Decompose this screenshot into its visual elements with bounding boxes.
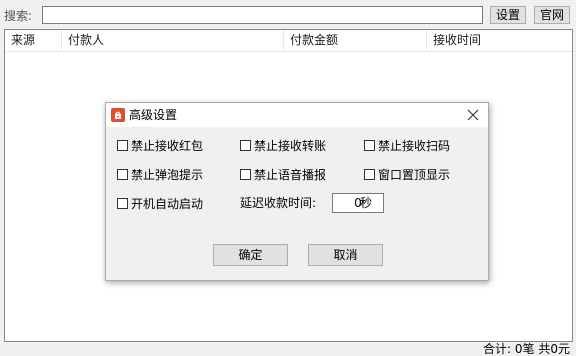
search-input[interactable] xyxy=(42,6,483,24)
ok-button[interactable]: 确定 xyxy=(213,244,288,266)
summary-text: 合计: 0笔 共0元 xyxy=(483,342,570,356)
list-header: 来源 付款人 付款金额 接收时间 xyxy=(5,30,572,52)
column-header-amount[interactable]: 付款金额 xyxy=(284,30,427,50)
checkbox-box[interactable] xyxy=(240,139,251,151)
cancel-button[interactable]: 取消 xyxy=(308,244,383,266)
search-label: 搜索: xyxy=(4,9,33,23)
column-header-received-time[interactable]: 接收时间 xyxy=(427,30,573,50)
dialog-titlebar[interactable]: 高级设置 xyxy=(106,103,488,127)
close-icon[interactable] xyxy=(464,106,482,124)
dialog-title: 高级设置 xyxy=(129,108,178,122)
checkbox-box[interactable] xyxy=(240,168,251,180)
column-header-payer[interactable]: 付款人 xyxy=(62,30,284,50)
checkbox-box[interactable] xyxy=(364,139,375,151)
checkbox-block-popup[interactable]: 禁止弹泡提示 xyxy=(117,167,204,182)
checkbox-box[interactable] xyxy=(117,197,128,209)
checkbox-auto-start[interactable]: 开机自动启动 xyxy=(117,196,204,211)
delay-label: 延迟收款时间: xyxy=(240,196,317,210)
column-header-source[interactable]: 来源 xyxy=(5,30,62,50)
checkbox-label: 禁止接收红包 xyxy=(131,138,204,153)
checkbox-label: 禁止弹泡提示 xyxy=(131,167,204,182)
checkbox-box[interactable] xyxy=(117,168,128,180)
delay-seconds-input[interactable] xyxy=(332,193,384,213)
official-site-button[interactable]: 官网 xyxy=(534,6,570,24)
checkbox-block-red-packet[interactable]: 禁止接收红包 xyxy=(117,138,204,153)
checkbox-label: 禁止语音播报 xyxy=(254,167,327,182)
delay-unit-label: 秒 xyxy=(360,196,373,210)
checkbox-block-transfer[interactable]: 禁止接收转账 xyxy=(240,138,327,153)
checkbox-block-voice[interactable]: 禁止语音播报 xyxy=(240,167,327,182)
checkbox-label: 禁止接收转账 xyxy=(254,138,327,153)
red-app-icon xyxy=(111,108,125,122)
settings-button[interactable]: 设置 xyxy=(490,6,526,24)
checkbox-label: 禁止接收扫码 xyxy=(378,138,451,153)
advanced-settings-dialog: 高级设置 禁止接收红包 禁止接收转账 禁止接收扫码 禁止弹泡提示 禁止语音播报 … xyxy=(105,102,489,281)
checkbox-block-scan[interactable]: 禁止接收扫码 xyxy=(364,138,451,153)
checkbox-label: 窗口置顶显示 xyxy=(378,167,451,182)
checkbox-label: 开机自动启动 xyxy=(131,196,204,211)
checkbox-box[interactable] xyxy=(364,168,375,180)
checkbox-box[interactable] xyxy=(117,139,128,151)
checkbox-window-on-top[interactable]: 窗口置顶显示 xyxy=(364,167,451,182)
